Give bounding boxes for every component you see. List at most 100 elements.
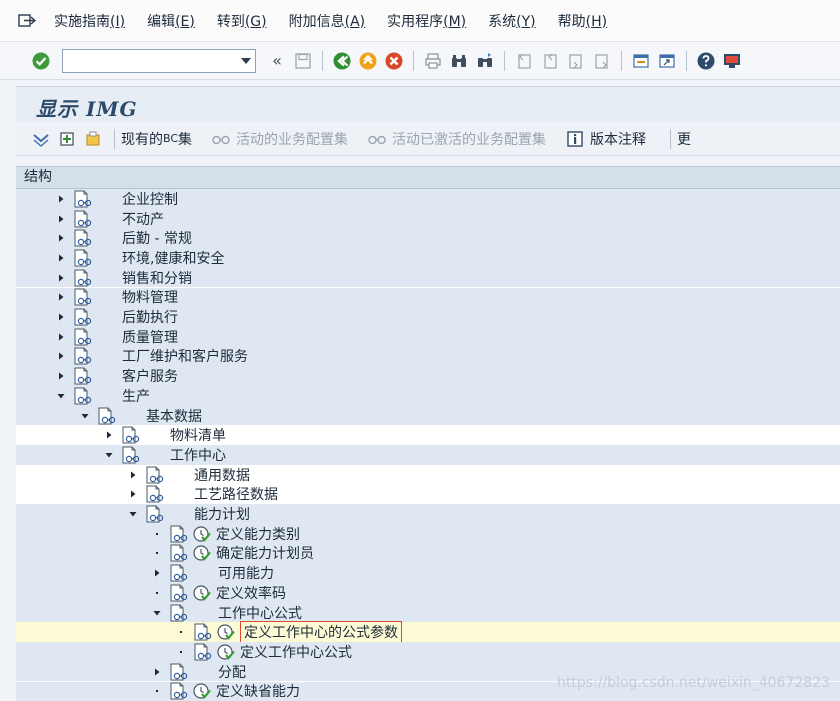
customize-layout-icon[interactable] — [721, 50, 743, 72]
execute-activity-icon[interactable] — [192, 525, 212, 543]
documentation-icon[interactable] — [72, 249, 94, 267]
tree-row-label[interactable]: 定义缺省能力 — [216, 681, 300, 701]
expand-arrow-icon[interactable] — [54, 251, 68, 265]
expand-arrow-icon[interactable] — [150, 665, 164, 679]
command-input[interactable] — [63, 50, 233, 72]
documentation-icon[interactable] — [72, 347, 94, 365]
exit-icon[interactable] — [357, 50, 379, 72]
tree-row-label[interactable]: 能力计划 — [194, 504, 250, 524]
tree-row-label[interactable]: 定义效率码 — [216, 583, 286, 603]
tree-row-label[interactable]: 后勤 - 常规 — [122, 228, 192, 248]
documentation-icon[interactable] — [72, 387, 94, 405]
tree-row-label[interactable]: 物料清单 — [170, 425, 226, 445]
chevron-down-icon[interactable] — [241, 57, 251, 64]
tree-row-label[interactable]: 环境,健康和安全 — [122, 248, 224, 268]
documentation-icon[interactable] — [72, 210, 94, 228]
cancel-icon[interactable] — [383, 50, 405, 72]
tree-row[interactable]: 定义工作中心公式 — [16, 642, 840, 662]
documentation-icon[interactable] — [168, 544, 190, 562]
execute-activity-icon[interactable] — [192, 544, 212, 562]
tree-row-label[interactable]: 生产 — [122, 386, 150, 406]
tree-row-label[interactable]: 不动产 — [122, 209, 164, 229]
release-notes-button[interactable]: 版本注释 — [564, 128, 646, 150]
documentation-icon[interactable] — [120, 426, 142, 444]
tree-row[interactable]: 工艺路径数据 — [16, 485, 840, 505]
tree-row-label[interactable]: 工厂维护和客户服务 — [122, 346, 248, 366]
documentation-icon[interactable] — [168, 525, 190, 543]
tree-row-label[interactable]: 定义工作中心公式 — [240, 642, 352, 662]
back-history-icon[interactable]: « — [266, 50, 288, 72]
tree-row[interactable]: 销售和分销 — [16, 267, 840, 288]
tree-row-label[interactable]: 分配 — [218, 662, 246, 682]
tree-row[interactable]: 能力计划 — [16, 504, 840, 524]
tree-row[interactable]: 定义工作中心的公式参数 — [16, 621, 840, 644]
expand-arrow-icon[interactable] — [54, 290, 68, 304]
enter-check-icon[interactable] — [30, 50, 52, 72]
shortcut-icon[interactable] — [656, 50, 678, 72]
expand-arrow-icon[interactable] — [54, 310, 68, 324]
collapse-arrow-icon[interactable] — [150, 606, 164, 620]
documentation-icon[interactable] — [96, 407, 118, 425]
expand-arrow-icon[interactable] — [54, 192, 68, 206]
tree-row[interactable]: 确定能力计划员 — [16, 543, 840, 564]
active-bc-set-button[interactable]: 活动的业务配置集 — [210, 128, 348, 150]
expand-arrow-icon[interactable] — [126, 468, 140, 482]
tree-row-label[interactable]: 工艺路径数据 — [194, 484, 278, 504]
documentation-icon[interactable] — [192, 643, 214, 661]
menu-goto[interactable]: 转到(G) — [217, 11, 267, 31]
execute-activity-icon[interactable] — [192, 682, 212, 700]
tree-row-label[interactable]: 销售和分销 — [122, 268, 192, 288]
tree-row[interactable]: 不动产 — [16, 208, 840, 229]
expand-arrow-icon[interactable] — [54, 212, 68, 226]
previous-page-icon[interactable] — [539, 50, 561, 72]
tree-row[interactable]: 物料管理 — [16, 287, 840, 308]
documentation-icon[interactable] — [144, 466, 166, 484]
execute-activity-icon[interactable] — [216, 623, 236, 641]
collapse-arrow-icon[interactable] — [102, 448, 116, 462]
tree-row[interactable]: 质量管理 — [16, 326, 840, 347]
tree-row[interactable]: 生产 — [16, 386, 840, 406]
expand-arrow-icon[interactable] — [102, 428, 116, 442]
tree-row[interactable]: 工作中心 — [16, 445, 840, 465]
command-field[interactable] — [62, 48, 256, 73]
tree-row-label[interactable]: 定义能力类别 — [216, 524, 300, 544]
tree-row[interactable]: 客户服务 — [16, 366, 840, 386]
documentation-icon[interactable] — [168, 564, 190, 582]
expand-arrow-icon[interactable] — [54, 231, 68, 245]
expand-subtree-icon[interactable] — [30, 128, 52, 150]
menu-implementation-guide[interactable]: 实施指南(I) — [54, 11, 125, 31]
collapse-arrow-icon[interactable] — [126, 507, 140, 521]
tree-row-label[interactable]: 确定能力计划员 — [216, 543, 314, 563]
tree-row-label[interactable]: 客户服务 — [122, 366, 178, 386]
documentation-icon[interactable] — [120, 446, 142, 464]
new-session-icon[interactable] — [630, 50, 652, 72]
tree-row[interactable]: 环境,健康和安全 — [16, 248, 840, 268]
documentation-icon[interactable] — [144, 505, 166, 523]
tree-row[interactable]: 后勤执行 — [16, 307, 840, 327]
menu-edit[interactable]: 编辑(E) — [147, 11, 195, 31]
tree-row-label[interactable]: 工作中心公式 — [218, 603, 302, 623]
tree-row-label[interactable]: 定义工作中心的公式参数 — [240, 621, 402, 644]
tree-row-label[interactable]: 后勤执行 — [122, 307, 178, 327]
documentation-icon[interactable] — [168, 663, 190, 681]
back-icon[interactable] — [331, 50, 353, 72]
menu-additional-info[interactable]: 附加信息(A) — [289, 11, 366, 31]
tree-row[interactable]: 企业控制 — [16, 189, 840, 209]
bookmark-icon[interactable] — [82, 128, 104, 150]
exit-menu-icon[interactable] — [14, 13, 40, 29]
tree-row[interactable]: 工厂维护和客户服务 — [16, 346, 840, 367]
collapse-arrow-icon[interactable] — [78, 409, 92, 423]
current-bc-set-button[interactable]: 现有的 BC 集 — [121, 129, 192, 149]
collapse-arrow-icon[interactable] — [54, 389, 68, 403]
tree-row[interactable]: 定义效率码 — [16, 583, 840, 603]
expand-arrow-icon[interactable] — [54, 349, 68, 363]
tree-row-label[interactable]: 企业控制 — [122, 189, 178, 209]
documentation-icon[interactable] — [72, 367, 94, 385]
menu-system[interactable]: 系统(Y) — [488, 11, 535, 31]
expand-arrow-icon[interactable] — [150, 566, 164, 580]
print-icon[interactable] — [422, 50, 444, 72]
expand-arrow-icon[interactable] — [54, 369, 68, 383]
next-page-icon[interactable] — [565, 50, 587, 72]
tree-row[interactable]: 通用数据 — [16, 465, 840, 485]
first-page-icon[interactable] — [513, 50, 535, 72]
